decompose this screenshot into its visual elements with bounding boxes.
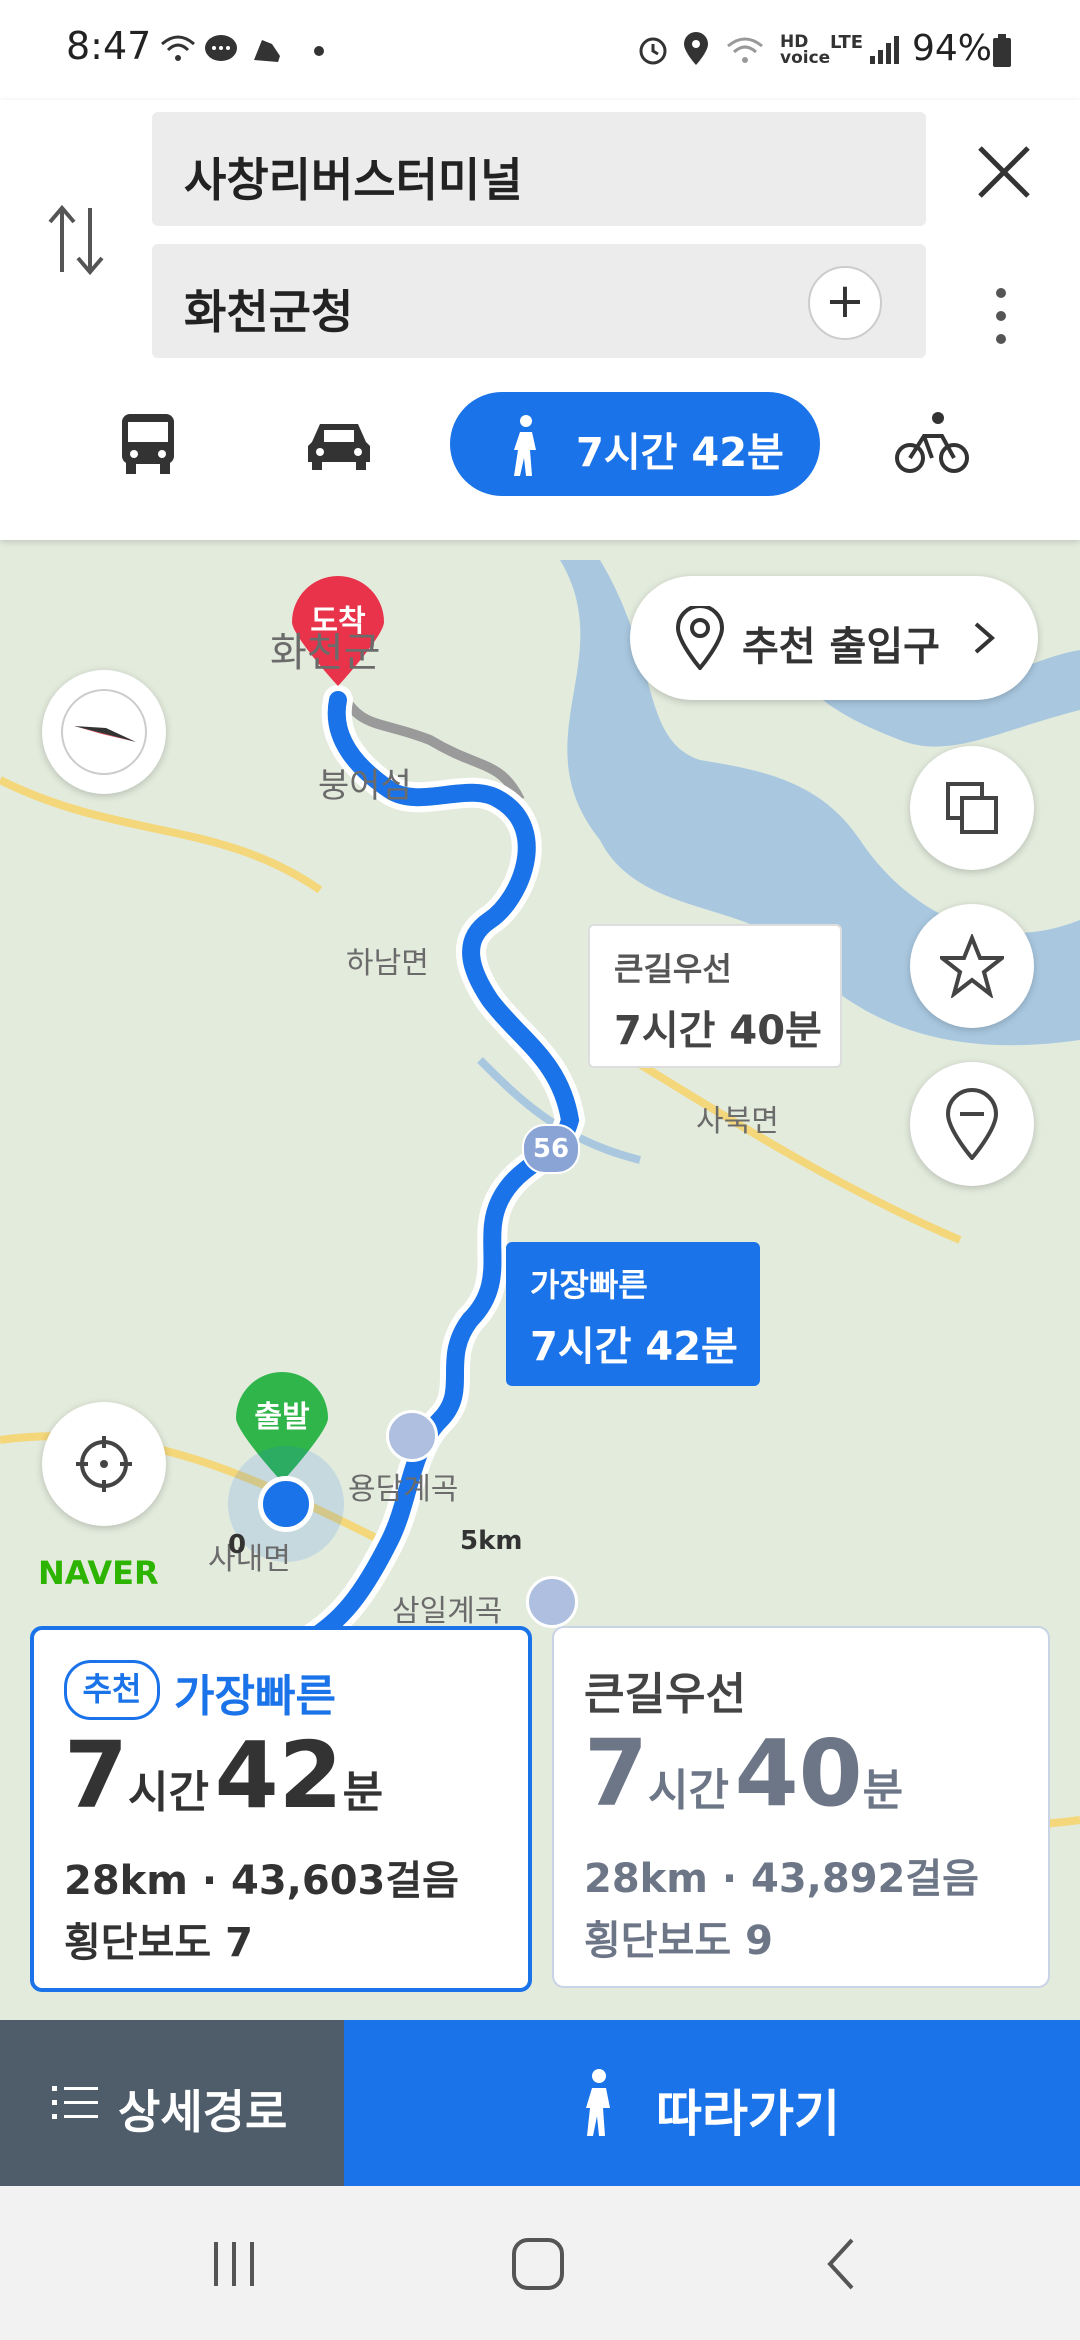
samil-poi-icon bbox=[526, 1576, 578, 1628]
alarm-icon bbox=[639, 37, 667, 65]
home-icon[interactable] bbox=[508, 2236, 568, 2292]
route-header: 사창리버스터미널 화천군청 + 7시간 42분 bbox=[0, 100, 1080, 540]
add-waypoint-button[interactable]: + bbox=[808, 266, 882, 340]
pin-minus-icon bbox=[945, 1088, 999, 1160]
signal-icon bbox=[870, 36, 899, 64]
map-label-sanaemyeon: 사내면 bbox=[208, 1542, 291, 1577]
car-icon[interactable] bbox=[304, 418, 374, 472]
status-bar: 8:47 HD voice LTE 94% bbox=[0, 0, 1080, 100]
departure-pin[interactable]: 출발 bbox=[234, 1372, 330, 1484]
alt-route-callout-time: 7시간 40분 bbox=[614, 1008, 822, 1054]
map-label-hwacheon: 화천군 bbox=[270, 630, 381, 676]
destination-field[interactable]: 화천군청 + bbox=[152, 244, 926, 358]
alt-route-callout-title: 큰길우선 bbox=[614, 950, 732, 988]
route-card-main-road[interactable]: 큰길우선 7시간 40분 28km · 43,892걸음 횡단보도 9 bbox=[552, 1626, 1050, 1988]
follow-label: 따라가기 bbox=[656, 2085, 840, 2143]
system-nav-bar bbox=[0, 2186, 1080, 2340]
map-label-haname: 하남면 bbox=[346, 946, 429, 981]
more-icon[interactable] bbox=[994, 286, 1008, 346]
recommended-badge: 추천 bbox=[64, 1660, 160, 1720]
crosswalks-main-road: 횡단보도 9 bbox=[584, 1918, 773, 1964]
route-distance-fastest: 28km · 43,603걸음 bbox=[64, 1858, 459, 1904]
route-distance-main-road: 28km · 43,892걸음 bbox=[584, 1856, 979, 1902]
current-location-dot bbox=[258, 1476, 314, 1532]
walk-icon bbox=[586, 2069, 610, 2136]
route-name-main-road: 큰길우선 bbox=[584, 1669, 746, 1720]
recommended-entrance-label: 추천 출입구 bbox=[742, 624, 940, 670]
battery-percent: 94% bbox=[912, 28, 993, 69]
map-label-sabukmyeon: 사북면 bbox=[696, 1104, 779, 1139]
location-pin-icon bbox=[675, 606, 725, 670]
follow-button[interactable]: 따라가기 bbox=[344, 2020, 1080, 2186]
favorite-button[interactable] bbox=[910, 904, 1034, 1028]
swap-icon[interactable] bbox=[44, 200, 108, 280]
chat-icon bbox=[205, 35, 237, 61]
scale-max: 5km bbox=[460, 1526, 523, 1556]
list-icon bbox=[52, 2086, 98, 2119]
walk-icon bbox=[514, 415, 536, 476]
scale-zero: 0 bbox=[228, 1530, 247, 1560]
compass-icon bbox=[61, 689, 147, 775]
steps: 43,892걸음 bbox=[751, 1856, 979, 1902]
map-label-samil: 삼일계곡 bbox=[392, 1594, 503, 1629]
shoe-icon bbox=[254, 40, 280, 62]
layers-icon bbox=[946, 782, 998, 834]
detail-route-label: 상세경로 bbox=[118, 2085, 288, 2139]
route-time-main-road: 7시간 40분 bbox=[584, 1720, 903, 1827]
route-card-fastest[interactable]: 추천 가장빠른 7시간 42분 28km · 43,603걸음 횡단보도 7 bbox=[30, 1626, 532, 1992]
hours-unit: 시간 bbox=[648, 1765, 729, 1816]
wifi-icon bbox=[161, 35, 195, 61]
walk-mode-time: 7시간 42분 bbox=[576, 430, 784, 476]
destination-text: 화천군청 bbox=[184, 285, 354, 339]
route-name-fastest: 가장빠른 bbox=[174, 1671, 336, 1722]
fast-route-callout-title: 가장빠른 bbox=[530, 1266, 648, 1304]
naver-logo: NAVER bbox=[38, 1554, 159, 1592]
departure-label: 출발 bbox=[254, 1400, 310, 1435]
detail-route-button[interactable]: 상세경로 bbox=[0, 2020, 344, 2186]
route-time-fastest: 7시간 42분 bbox=[64, 1722, 383, 1829]
compass-button[interactable] bbox=[42, 670, 166, 794]
minutes-value: 42 bbox=[214, 1722, 343, 1829]
my-location-button[interactable] bbox=[42, 1402, 166, 1526]
distance: 28km bbox=[64, 1858, 188, 1904]
minutes-unit: 분 bbox=[342, 1767, 384, 1818]
hours-unit: 시간 bbox=[128, 1767, 209, 1818]
location-icon bbox=[684, 32, 708, 65]
layers-button[interactable] bbox=[910, 746, 1034, 870]
hd-voice-icon: HD voice bbox=[780, 32, 831, 68]
alt-route-callout[interactable]: 큰길우선 7시간 40분 bbox=[588, 924, 842, 1068]
lte-icon: LTE bbox=[830, 32, 864, 53]
map-label-yongdam: 용담계곡 bbox=[348, 1472, 459, 1507]
status-time: 8:47 bbox=[66, 24, 152, 68]
wifi-call-icon bbox=[727, 37, 763, 63]
recent-apps-icon[interactable] bbox=[208, 2238, 260, 2290]
hours-value: 7 bbox=[584, 1720, 649, 1827]
notification-dot bbox=[314, 46, 324, 56]
map-label-bungeoseom: 붕어섬 bbox=[318, 766, 412, 806]
fast-route-callout[interactable]: 가장빠른 7시간 42분 bbox=[506, 1242, 760, 1386]
steps: 43,603걸음 bbox=[231, 1858, 459, 1904]
crosswalks-fastest: 횡단보도 7 bbox=[64, 1920, 253, 1966]
star-icon bbox=[940, 934, 1004, 998]
chevron-right-icon bbox=[974, 622, 996, 654]
zoom-out-button[interactable] bbox=[910, 1062, 1034, 1186]
bus-icon[interactable] bbox=[118, 412, 178, 476]
distance: 28km bbox=[584, 1856, 708, 1902]
minutes-value: 40 bbox=[734, 1720, 863, 1827]
origin-text: 사창리버스터미널 bbox=[184, 153, 523, 207]
minutes-unit: 분 bbox=[862, 1765, 904, 1816]
yongdam-poi-icon bbox=[386, 1410, 438, 1462]
bicycle-icon[interactable] bbox=[894, 410, 970, 476]
battery-icon bbox=[993, 34, 1011, 67]
recommended-entrance-button[interactable]: 추천 출입구 bbox=[630, 576, 1038, 700]
hours-value: 7 bbox=[64, 1722, 129, 1829]
walk-mode-tab[interactable]: 7시간 42분 bbox=[450, 392, 820, 496]
origin-field[interactable]: 사창리버스터미널 bbox=[152, 112, 926, 226]
back-icon[interactable] bbox=[822, 2236, 862, 2292]
close-icon[interactable] bbox=[976, 144, 1032, 200]
fast-route-callout-time: 7시간 42분 bbox=[530, 1324, 738, 1370]
crosshair-icon bbox=[76, 1436, 132, 1492]
road-56-badge: 56 bbox=[522, 1124, 580, 1174]
